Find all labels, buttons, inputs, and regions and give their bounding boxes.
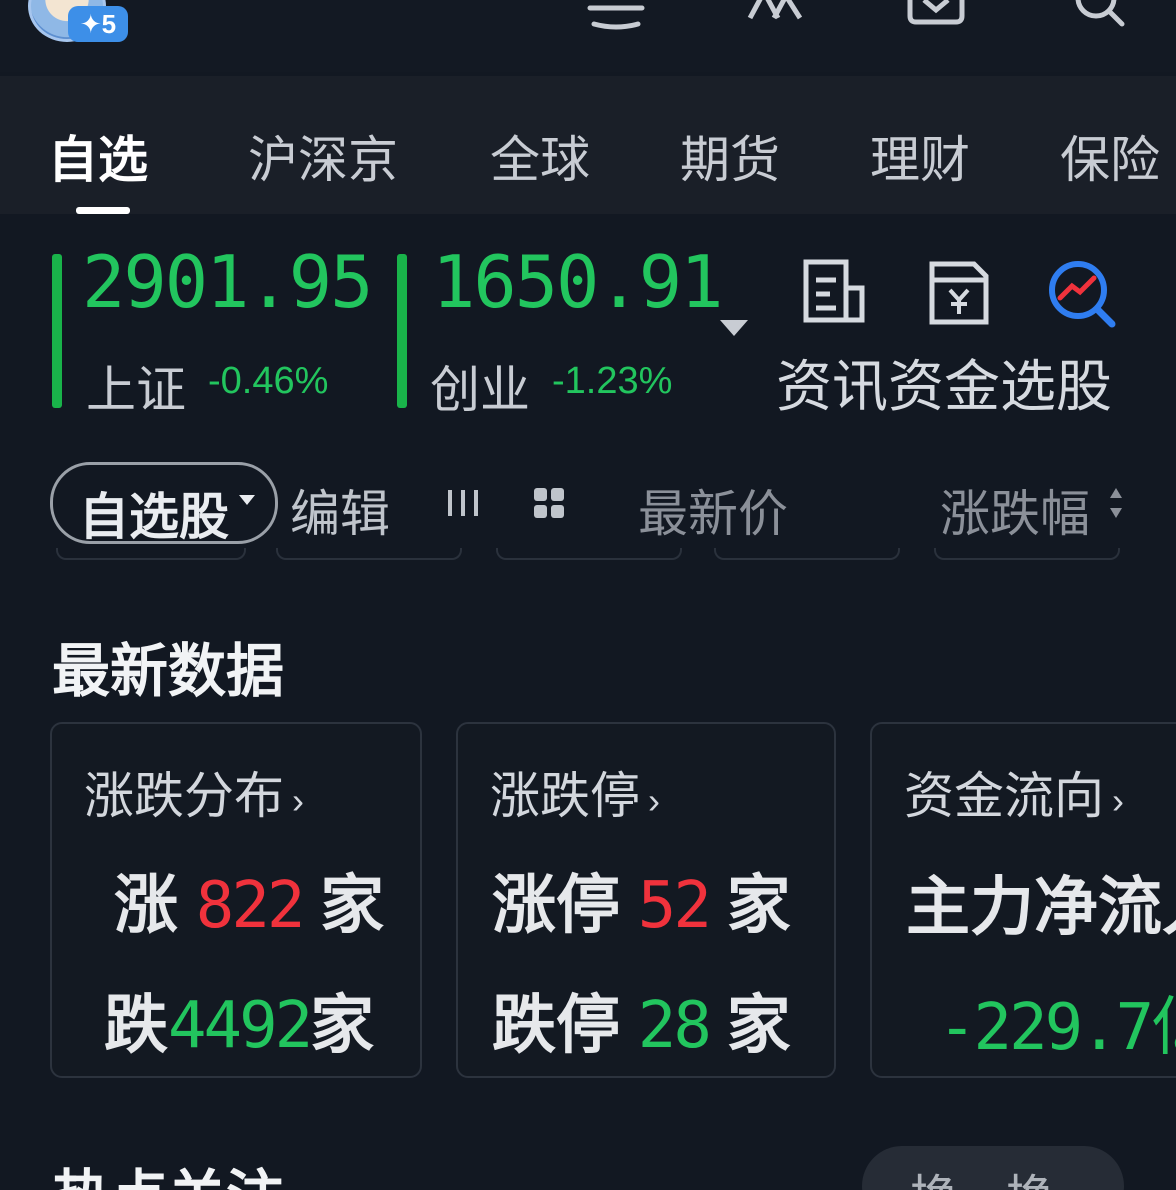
- top-bar: ✦5: [0, 0, 1176, 72]
- index-value: 2901.95: [82, 240, 373, 324]
- fall-count-row: 跌4492家: [104, 989, 375, 1063]
- refresh-button[interactable]: 换一换: [862, 1146, 1124, 1190]
- watchlist-group-selector[interactable]: 自选股: [50, 462, 278, 545]
- chevron-right-icon: ›: [648, 780, 660, 821]
- card-fund-flow[interactable]: 资金流向› 主力净流入 -229.7亿: [870, 722, 1176, 1078]
- divider: [496, 548, 682, 560]
- index-dropdown-icon[interactable]: [720, 320, 748, 336]
- limit-down-row: 跌停 28 家: [492, 989, 791, 1063]
- group-label: 自选股: [79, 489, 229, 545]
- fund-flow-icon[interactable]: [924, 258, 994, 328]
- tab-wealth[interactable]: 理财: [870, 120, 970, 192]
- card-title: 涨跌分布 ›: [84, 768, 304, 824]
- sort-icon[interactable]: [1108, 486, 1124, 520]
- tab-global[interactable]: 全球: [490, 120, 590, 192]
- column-change-percent[interactable]: 涨跌幅: [940, 474, 1090, 546]
- index-change: -0.46%: [208, 360, 329, 402]
- index-name: 上证: [86, 362, 186, 418]
- index-trend-bar: [397, 254, 407, 408]
- search-icon[interactable]: [1068, 0, 1128, 30]
- index-name: 创业: [430, 362, 530, 418]
- menu-icon[interactable]: [586, 0, 646, 30]
- index-value: 1650.91: [432, 240, 723, 324]
- limit-down-count: 28: [637, 989, 712, 1063]
- refresh-label: 换一换: [910, 1158, 1054, 1190]
- index-change: -1.23%: [552, 360, 673, 402]
- message-icon[interactable]: [906, 0, 966, 30]
- tab-futures[interactable]: 期货: [680, 120, 780, 192]
- tab-insurance[interactable]: 保险: [1060, 120, 1160, 192]
- chevron-right-icon: ›: [292, 780, 304, 821]
- chevron-down-icon: [239, 495, 255, 505]
- active-tab-indicator: [76, 207, 130, 214]
- level-badge: ✦5: [68, 6, 128, 42]
- divider: [276, 548, 462, 560]
- divider: [714, 548, 900, 560]
- list-view-icon[interactable]: [446, 486, 480, 520]
- section-title-latest-data: 最新数据: [52, 639, 285, 704]
- fall-count: 4492: [168, 989, 313, 1063]
- main-net-inflow-value: -229.7亿: [938, 991, 1176, 1065]
- market-tab-bar: 自选 沪深京 全球 期货 理财 保险: [0, 76, 1176, 214]
- font-size-icon[interactable]: [746, 0, 806, 30]
- tab-sh-sz-bj[interactable]: 沪深京: [248, 120, 398, 192]
- limit-up-count: 52: [637, 869, 712, 943]
- edit-button[interactable]: 编辑: [290, 474, 390, 546]
- app-screen: ✦5 自选 沪深京 全球 期货 理财 保险 2901.95 上证 -0.46% …: [0, 0, 1176, 1190]
- rise-count-row: 涨 822 家: [114, 869, 385, 943]
- chevron-right-icon: ›: [1112, 780, 1124, 821]
- stock-picker-icon[interactable]: [1046, 258, 1116, 328]
- card-limit-up-down[interactable]: 涨跌停 › 涨停 52 家 跌停 28 家: [456, 722, 836, 1078]
- card-advance-decline[interactable]: 涨跌分布 › 涨 822 家 跌4492家: [50, 722, 422, 1078]
- limit-up-row: 涨停 52 家: [492, 869, 791, 943]
- card-title: 涨跌停 ›: [490, 768, 660, 824]
- rise-count: 822: [195, 869, 306, 943]
- tab-watchlist[interactable]: 自选: [48, 120, 148, 192]
- grid-view-icon[interactable]: [532, 486, 566, 520]
- main-net-inflow-label: 主力净流入: [906, 871, 1176, 943]
- card-title: 资金流向 ›: [904, 768, 1124, 824]
- news-icon[interactable]: [800, 258, 870, 328]
- column-latest-price[interactable]: 最新价: [638, 474, 788, 546]
- index-trend-bar: [52, 254, 62, 408]
- divider: [56, 548, 246, 560]
- tools-label[interactable]: 资讯资金选股: [776, 342, 1112, 423]
- divider: [934, 548, 1120, 560]
- section-title-hot-topics: 热点关注: [52, 1150, 284, 1190]
